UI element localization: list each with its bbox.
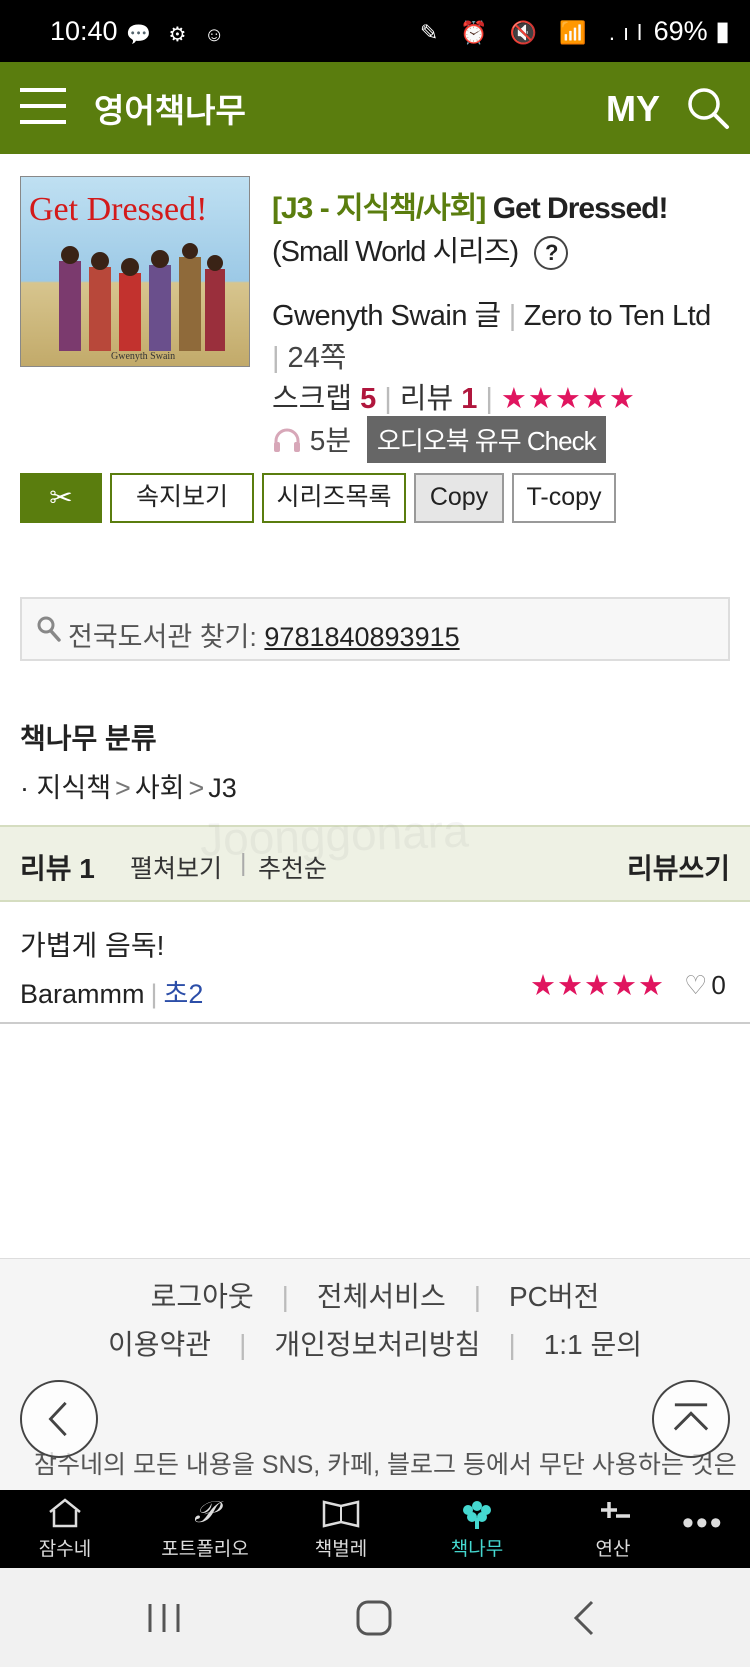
home-button-icon[interactable]	[352, 1596, 396, 1640]
notification-icons: 💬 ⚙ ☺	[126, 24, 231, 46]
clock: 10:40	[50, 16, 118, 46]
library-search-box[interactable]: 전국도서관 찾기: 9781840893915	[20, 597, 730, 661]
classification-breadcrumb: · 지식책 > 사회 > J3	[20, 773, 237, 803]
review-stars: ★★★★★	[530, 970, 665, 1002]
book-icon	[322, 1500, 360, 1528]
back-arrow-icon[interactable]	[20, 1380, 98, 1458]
audio-length: 5분	[309, 425, 352, 456]
scrap-count: 5	[360, 383, 377, 415]
series-name[interactable]: (Small World 시리즈)	[272, 236, 519, 268]
footer-links-row-2: 이용약관 | 개인정보처리방침 | 1:1 문의	[108, 1329, 642, 1360]
magnifier-icon	[37, 616, 61, 642]
portfolio-icon: 𝒫	[194, 1496, 216, 1529]
app-screen: 10:40 💬 ⚙ ☺ ✎ ⏰ 🔇 📶 .ıl 69% ▮ 영어책나무 MY G…	[0, 0, 750, 1667]
audio-info: 5분 오디오북 유무 Check	[272, 416, 606, 463]
tree-icon	[463, 1501, 491, 1529]
privacy-link[interactable]: 개인정보처리방침	[274, 1329, 480, 1360]
help-icon[interactable]: ?	[534, 236, 569, 271]
review-list-item[interactable]: 가볍게 음독! Barammm | 초2 ★★★★★ ♡ 0	[0, 902, 750, 1024]
scrap-label: 스크랩	[272, 383, 353, 415]
library-search-label: 전국도서관 찾기: 9781840893915	[68, 622, 460, 652]
heart-icon: ♡	[684, 970, 708, 1000]
review-count-label: 리뷰 1	[20, 853, 95, 884]
app-header: 영어책나무 MY	[0, 62, 750, 154]
isbn-link[interactable]: 9781840893915	[264, 622, 459, 652]
recent-apps-icon[interactable]	[142, 1596, 186, 1640]
classification-title: 책나무 분류	[20, 723, 157, 754]
author-publisher-line: Gwenyth Swain 글 | Zero to Ten Ltd	[272, 300, 712, 332]
more-icon[interactable]: •••	[682, 1504, 724, 1543]
terms-link[interactable]: 이용약관	[108, 1329, 211, 1360]
book-cover-image[interactable]: Get Dressed! Gwenyth Swain	[20, 176, 250, 367]
copyright-notice: 잠수네의 모든 내용을 SNS, 카페, 블로그 등에서 무단 사용하는 것은	[34, 1451, 737, 1479]
copy-button[interactable]: Copy	[414, 473, 504, 523]
search-icon[interactable]	[686, 86, 730, 130]
review-author: Barammm | 초2	[20, 979, 204, 1009]
cover-photo-figures	[59, 243, 225, 351]
headphones-icon	[274, 428, 300, 452]
rating-stars: ★★★★★	[500, 383, 636, 415]
publisher-name[interactable]: Zero to Ten Ltd	[524, 300, 712, 332]
view-pages-button[interactable]: 속지보기	[110, 473, 254, 523]
watermark: Joonggonara	[199, 804, 470, 866]
plus-minus-icon	[601, 1502, 630, 1518]
audiobook-check-button[interactable]: 오디오북 유무 Check	[366, 416, 606, 463]
bottom-nav: 잠수네 𝒫 포트폴리오 책벌레 책나무 연산 •••	[0, 1490, 750, 1568]
menu-icon[interactable]	[20, 88, 66, 126]
nav-bookworm[interactable]: 책벌레	[286, 1490, 396, 1568]
tcopy-button[interactable]: T-copy	[512, 473, 616, 523]
like-button[interactable]: ♡ 0	[684, 970, 726, 1001]
battery-level: 69% ▮	[653, 16, 730, 46]
cover-title-text: Get Dressed!	[29, 191, 208, 228]
nav-booktree[interactable]: 책나무	[422, 1490, 532, 1568]
book-title: [J3 - 지식책/사회] Get Dressed!	[272, 183, 669, 227]
series-list-button[interactable]: 시리즈목록	[262, 473, 406, 523]
footer: 로그아웃 | 전체서비스 | PC버전 이용약관 | 개인정보처리방침 | 1:1 문의 잠수네…	[0, 1258, 750, 1490]
breadcrumb-item[interactable]: 지식책	[37, 773, 112, 803]
status-bar: 10:40 💬 ⚙ ☺ ✎ ⏰ 🔇 📶 .ıl 69% ▮	[0, 0, 750, 62]
system-status-icons: ✎ ⏰ 🔇 📶 .ıl	[419, 20, 650, 45]
pc-version-link[interactable]: PC버전	[509, 1281, 599, 1312]
nav-jamsune[interactable]: 잠수네	[10, 1490, 120, 1568]
review-title[interactable]: 가볍게 음독!	[20, 924, 164, 964]
review-count: 1	[461, 383, 478, 415]
logout-link[interactable]: 로그아웃	[151, 1281, 254, 1312]
home-icon	[49, 1498, 81, 1528]
book-stats: 스크랩 5 | 리뷰 1 | ★★★★★	[272, 383, 636, 415]
my-page-link[interactable]: MY	[606, 88, 660, 130]
breadcrumb-item[interactable]: 사회	[135, 773, 185, 803]
system-nav-bar	[0, 1568, 750, 1667]
review-label: 리뷰	[399, 383, 454, 415]
cover-author-text: Gwenyth Swain	[111, 351, 176, 362]
scissors-icon: ✂	[49, 482, 73, 513]
scroll-top-icon[interactable]	[652, 1380, 730, 1458]
title-text: Get Dressed!	[492, 192, 669, 225]
nav-arithmetic[interactable]: 연산	[558, 1490, 668, 1568]
nav-portfolio[interactable]: 𝒫 포트폴리오	[150, 1490, 260, 1568]
app-title[interactable]: 영어책나무	[94, 84, 246, 132]
series-line: (Small World 시리즈)?	[272, 228, 569, 271]
page-count: | 24쪽	[272, 342, 347, 374]
author-name[interactable]: Gwenyth Swain 글	[272, 300, 501, 332]
reviewer-grade: 초2	[163, 979, 204, 1009]
all-services-link[interactable]: 전체서비스	[317, 1281, 446, 1312]
scrap-button[interactable]: ✂	[20, 473, 102, 523]
write-review-button[interactable]: 리뷰쓰기	[627, 847, 730, 887]
footer-links-row-1: 로그아웃 | 전체서비스 | PC버전	[150, 1281, 600, 1312]
inquiry-link[interactable]: 1:1 문의	[544, 1329, 642, 1360]
category-tag[interactable]: [J3 - 지식책/사회]	[272, 192, 486, 225]
breadcrumb-item[interactable]: J3	[208, 773, 237, 803]
back-button-icon[interactable]	[562, 1596, 606, 1640]
